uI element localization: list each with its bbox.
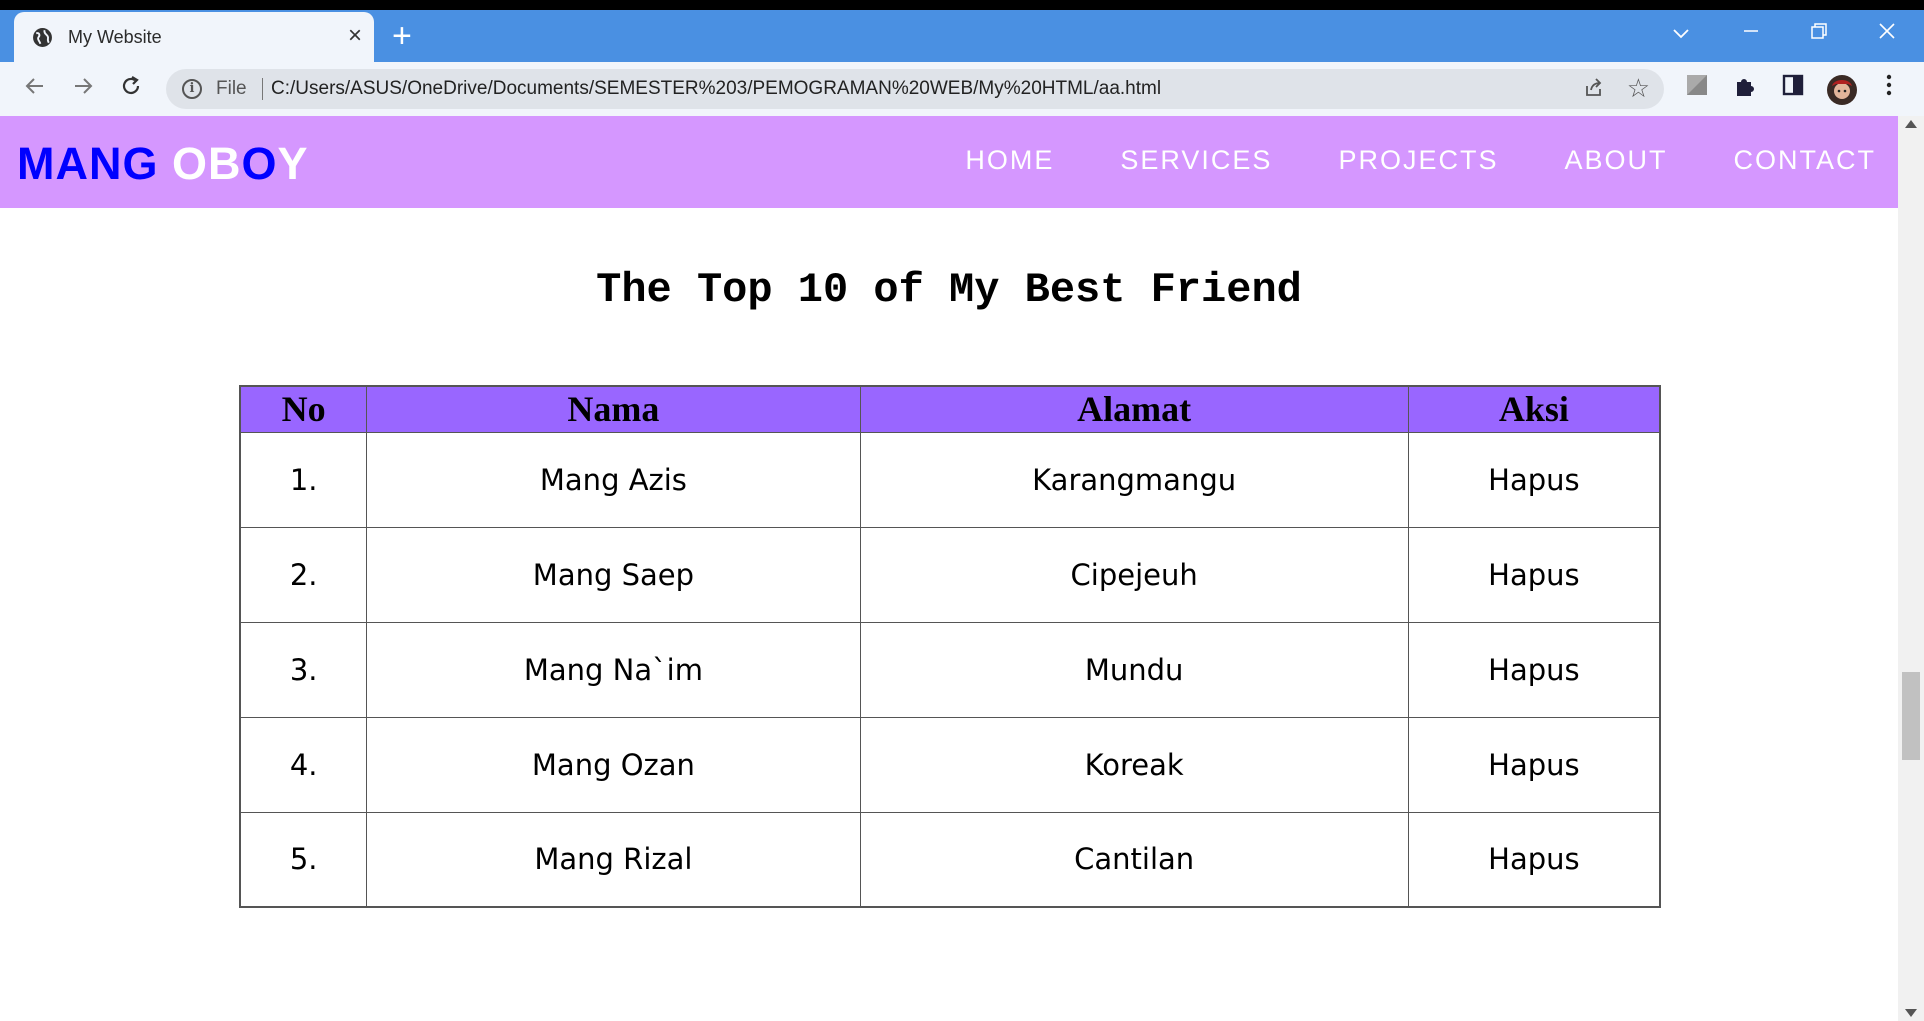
scroll-down-icon[interactable] (1905, 1009, 1917, 1017)
nav-link-contact[interactable]: CONTACT (1734, 145, 1877, 176)
friends-table: No Nama Alamat Aksi 1. Mang Azis Karangm… (239, 385, 1661, 908)
tab-title: My Website (68, 27, 162, 47)
delete-link[interactable]: Hapus (1488, 748, 1579, 782)
logo-part: OB (172, 138, 242, 189)
cell-no: 5. (239, 811, 368, 908)
header-no: No (239, 385, 368, 433)
tab-strip: My Website × + (0, 10, 1924, 62)
puzzle-icon[interactable] (1730, 74, 1760, 104)
separator (262, 78, 263, 100)
cell-alamat: Koreak (859, 716, 1409, 813)
logo-part: MANG (17, 138, 172, 189)
info-icon[interactable]: i (182, 79, 202, 99)
tab-my-website[interactable]: My Website × (14, 12, 374, 62)
scroll-up-icon[interactable] (1905, 120, 1917, 128)
back-icon[interactable] (18, 72, 52, 106)
cell-nama: Mang Ozan (366, 716, 861, 813)
vertical-scrollbar[interactable] (1898, 116, 1924, 1021)
file-label: File (216, 78, 247, 99)
nav-link-services[interactable]: SERVICES (1120, 145, 1272, 176)
cell-aksi: Hapus (1407, 621, 1661, 718)
cell-alamat: Karangmangu (859, 431, 1409, 528)
browser-toolbar: i File C:/Users/ASUS/OneDrive/Documents/… (0, 62, 1924, 116)
browser-window: My Website × + i File C:/Users/ASUS/OneD… (0, 10, 1924, 1021)
share-icon[interactable] (1582, 76, 1606, 106)
cell-no: 1. (239, 431, 368, 528)
cell-nama: Mang Rizal (366, 811, 861, 908)
cell-aksi: Hapus (1407, 526, 1661, 623)
nav-link-projects[interactable]: PROJECTS (1338, 145, 1498, 176)
cell-aksi: Hapus (1407, 716, 1661, 813)
scrollbar-thumb[interactable] (1902, 672, 1920, 760)
page-title: The Top 10 of My Best Friend (596, 266, 1302, 314)
delete-link[interactable]: Hapus (1488, 653, 1579, 687)
address-bar[interactable]: i File C:/Users/ASUS/OneDrive/Documents/… (166, 69, 1664, 109)
globe-icon (33, 28, 52, 47)
cell-nama: Mang Na`im (366, 621, 861, 718)
cell-nama: Mang Azis (366, 431, 861, 528)
sidepanel-icon[interactable] (1778, 74, 1808, 104)
table-row: 3. Mang Na`im Mundu Hapus (239, 621, 1661, 718)
nav-link-home[interactable]: HOME (965, 145, 1054, 176)
restore-icon[interactable] (1810, 18, 1828, 48)
avatar[interactable] (1826, 74, 1857, 105)
window-close-icon[interactable] (1878, 18, 1896, 48)
site-logo[interactable]: MANG OBOY (17, 138, 309, 190)
table-row: 1. Mang Azis Karangmangu Hapus (239, 431, 1661, 528)
header-nama: Nama (366, 385, 861, 433)
delete-link[interactable]: Hapus (1488, 842, 1579, 876)
table-row: 2. Mang Saep Cipejeuh Hapus (239, 526, 1661, 623)
delete-link[interactable]: Hapus (1488, 463, 1579, 497)
table-row: 5. Mang Rizal Cantilan Hapus (239, 811, 1661, 908)
delete-link[interactable]: Hapus (1488, 558, 1579, 592)
extension-icon[interactable] (1682, 74, 1712, 104)
cell-aksi: Hapus (1407, 811, 1661, 908)
page-viewport: MANG OBOY HOME SERVICES PROJECTS ABOUT C… (0, 116, 1898, 1021)
minimize-icon[interactable] (1742, 18, 1760, 48)
reload-icon[interactable] (114, 72, 148, 106)
nav-link-about[interactable]: ABOUT (1564, 145, 1667, 176)
cell-alamat: Mundu (859, 621, 1409, 718)
table-header-row: No Nama Alamat Aksi (239, 385, 1661, 433)
cell-no: 4. (239, 716, 368, 813)
cell-alamat: Cantilan (859, 811, 1409, 908)
logo-part: O (241, 138, 278, 189)
header-aksi: Aksi (1407, 385, 1661, 433)
chevron-down-icon[interactable] (1672, 18, 1690, 48)
table-row: 4. Mang Ozan Koreak Hapus (239, 716, 1661, 813)
cell-aksi: Hapus (1407, 431, 1661, 528)
cell-no: 3. (239, 621, 368, 718)
close-icon[interactable]: × (348, 22, 362, 50)
menu-icon[interactable] (1874, 74, 1904, 104)
cell-no: 2. (239, 526, 368, 623)
site-navbar: MANG OBOY HOME SERVICES PROJECTS ABOUT C… (0, 116, 1898, 208)
forward-icon[interactable] (66, 72, 100, 106)
url-text[interactable]: C:/Users/ASUS/OneDrive/Documents/SEMESTE… (271, 78, 1161, 100)
new-tab-button[interactable]: + (392, 18, 412, 54)
star-icon[interactable]: ☆ (1627, 73, 1650, 104)
logo-part: Y (277, 138, 309, 189)
cell-nama: Mang Saep (366, 526, 861, 623)
cell-alamat: Cipejeuh (859, 526, 1409, 623)
header-alamat: Alamat (859, 385, 1409, 433)
site-nav: HOME SERVICES PROJECTS ABOUT CONTACT (965, 145, 1876, 176)
